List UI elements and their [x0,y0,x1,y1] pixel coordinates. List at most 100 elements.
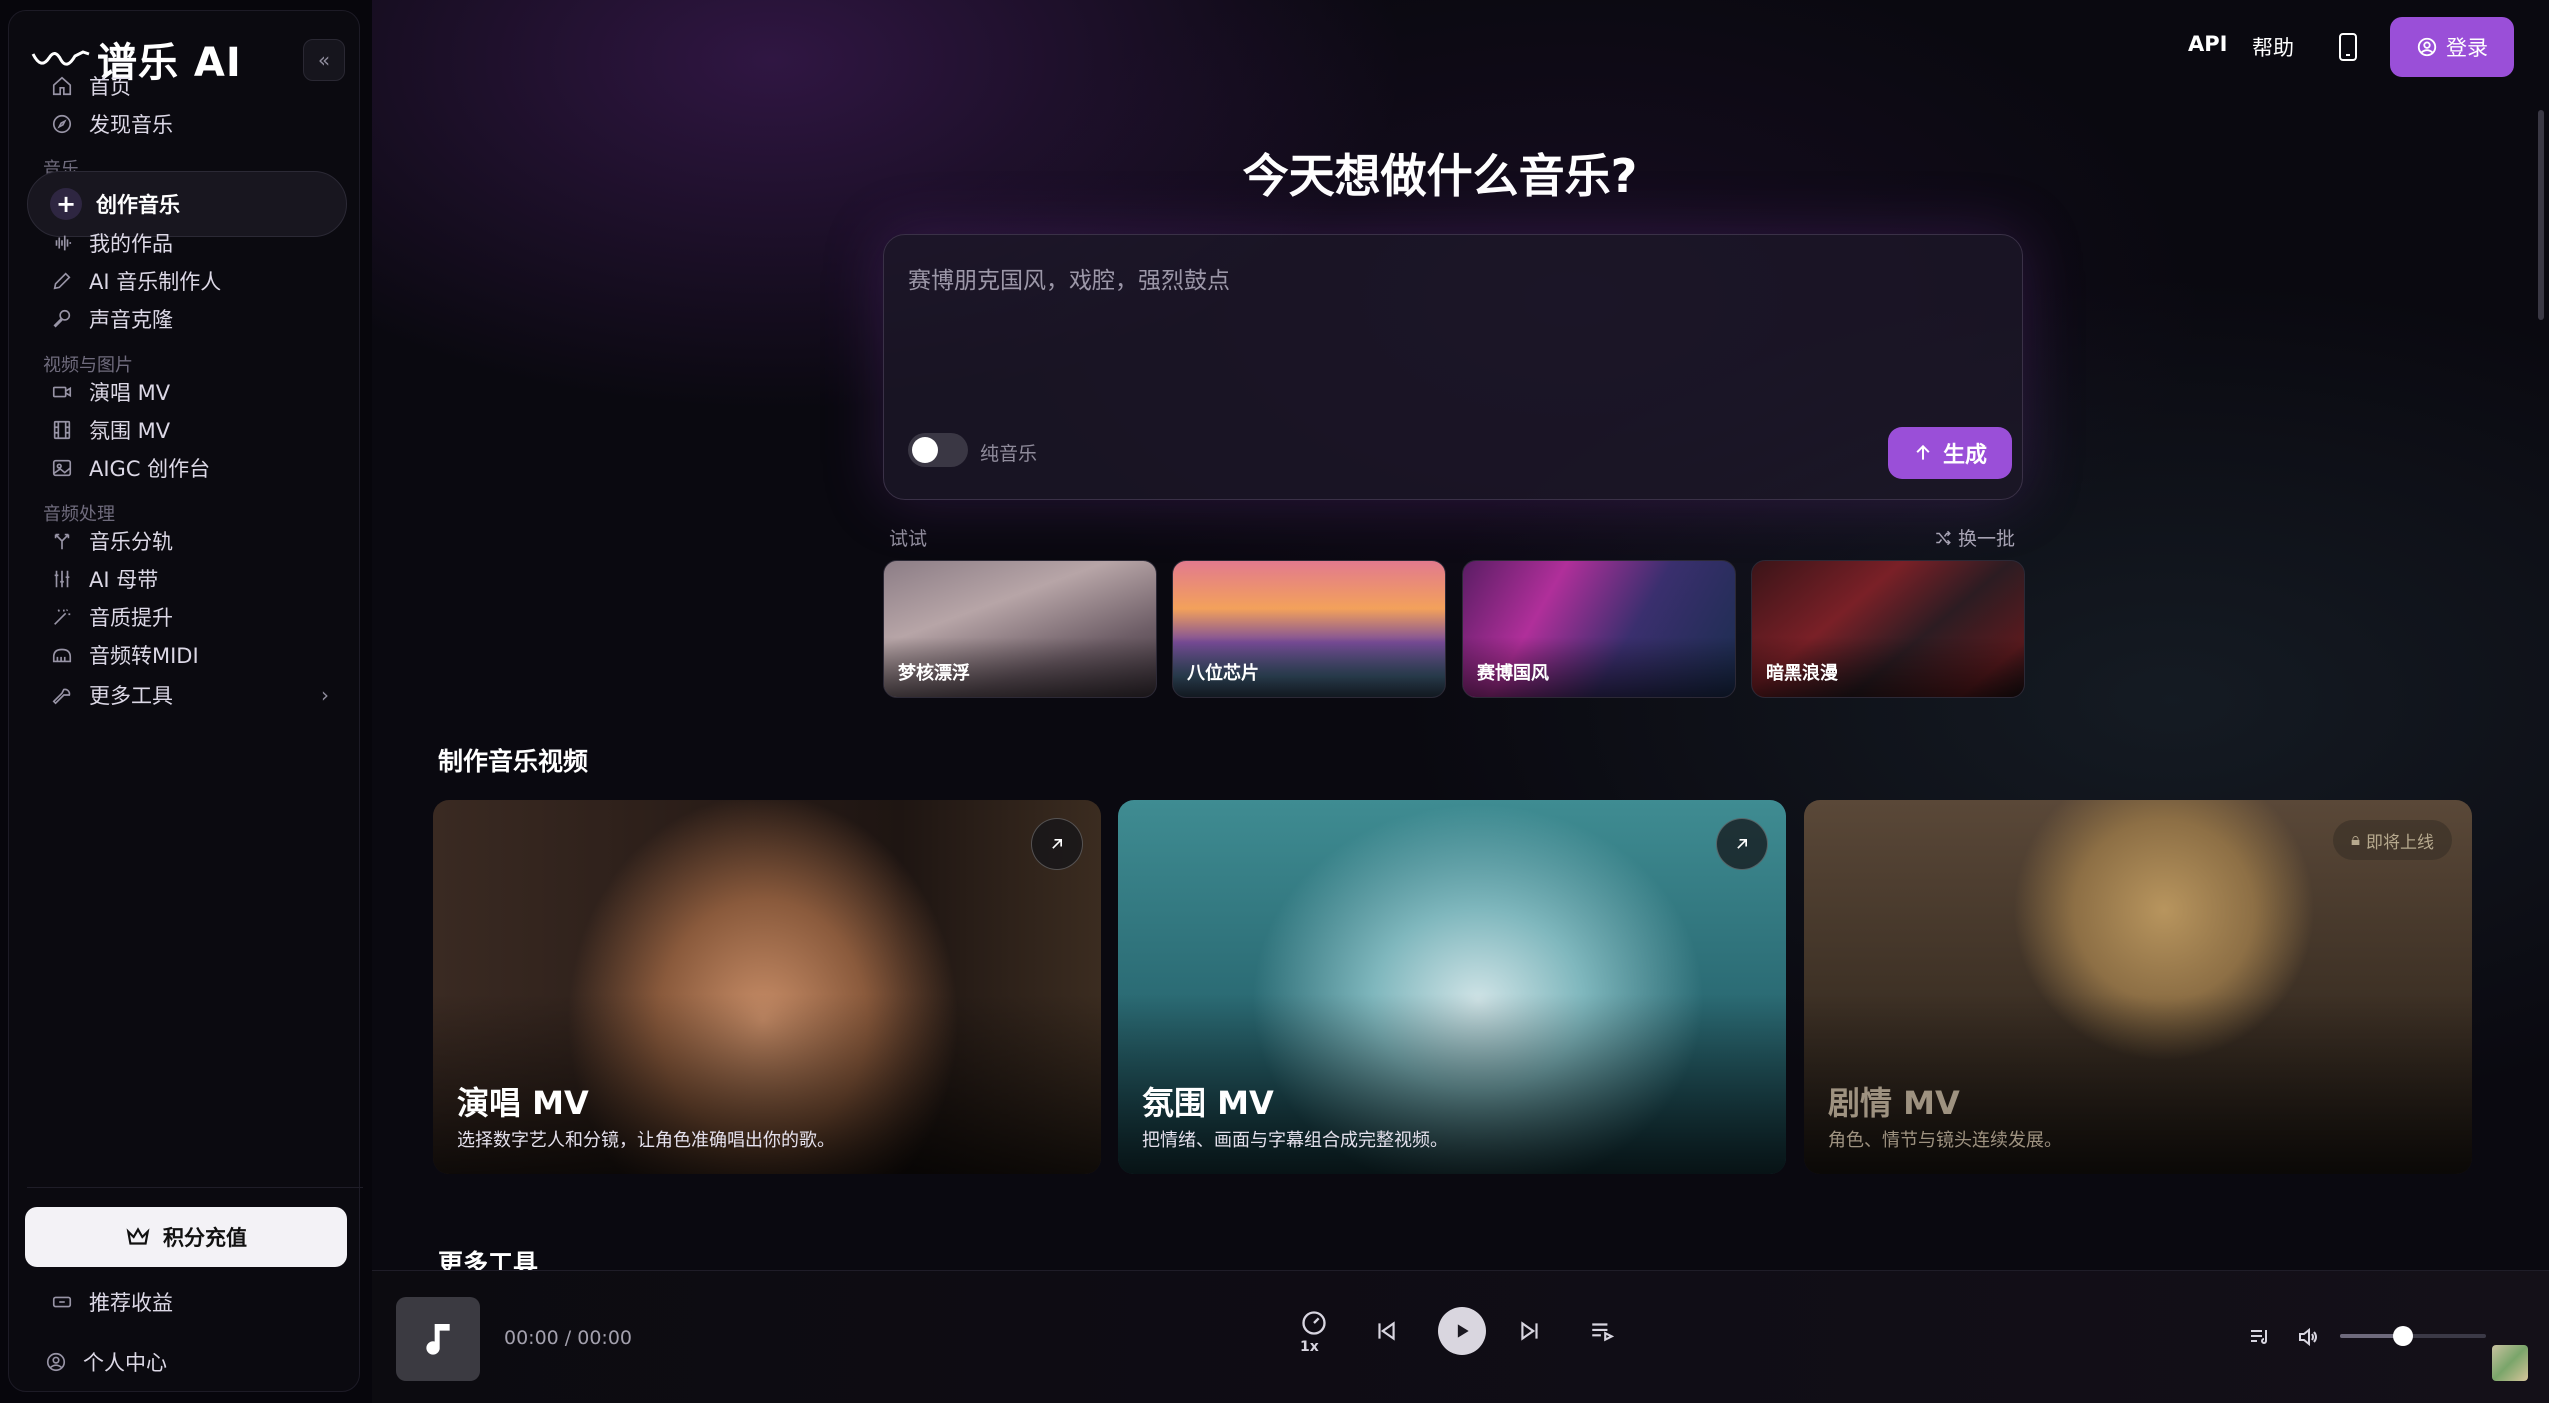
track-cover [396,1297,480,1381]
mv-section-title: 制作音乐视频 [438,747,589,776]
split-icon [49,528,75,554]
mv-card-title: 演唱 MV [457,1084,589,1122]
skip-back-icon [1378,1321,1395,1341]
play-icon [1457,1324,1469,1338]
crown-icon [126,1227,150,1245]
volume-slider[interactable] [2340,1326,2486,1346]
sidebar-item-voice-clone[interactable]: 声音克隆 [27,294,347,344]
sidebar-item-label: 音乐分轨 [89,530,173,554]
microphone-icon [49,306,75,332]
main-content: API 帮助 登录 今天想做什么音乐? 纯音乐 生成 试试 换一批 梦 [372,0,2549,1278]
mv-card-title: 剧情 MV [1828,1084,1960,1122]
plus-icon: + [50,188,82,220]
api-link[interactable]: API [2188,32,2227,56]
sidebar-item-aigc-studio[interactable]: AIGC 创作台 [27,443,347,493]
sidebar-item-label: 音质提升 [89,606,173,630]
speed-button[interactable] [1298,1307,1330,1339]
app-root: 谱乐 AI « 首页 发现音乐 音乐 + 创作音乐 我的作品 AI 音乐制作人 [0,0,2549,1403]
playback-time: 00:00 / 00:00 [504,1327,632,1349]
login-label: 登录 [2446,36,2488,60]
wrench-icon [49,682,75,708]
mv-card-singing[interactable]: 演唱 MV 选择数字艺人和分镜，让角色准确唱出你的歌。 [433,800,1101,1174]
mv-card-story: 🔒︎ 即将上线 剧情 MV 角色、情节与镜头连续发展。 [1804,800,2472,1174]
queue-music-icon [2251,1330,2267,1344]
arrow-up-right-icon [1737,839,1747,849]
volume-knob[interactable] [2392,1326,2413,1346]
sidebar-item-label: 我的作品 [89,232,173,256]
login-button[interactable]: 登录 [2390,17,2514,77]
recharge-label: 积分充值 [163,1226,247,1250]
recharge-button[interactable]: 积分充值 [25,1207,347,1267]
try-card-label: 八位芯片 [1187,663,1259,684]
instrumental-toggle[interactable] [908,433,968,467]
sidebar: 谱乐 AI « 首页 发现音乐 音乐 + 创作音乐 我的作品 AI 音乐制作人 [8,10,363,1392]
badge-label: 即将上线 [2366,832,2434,853]
player-bar: 00:00 / 00:00 1x [372,1270,2549,1403]
ticket-icon [49,1289,75,1315]
shuffle-button[interactable]: 换一批 [1934,524,2015,551]
sidebar-item-label: AI 母带 [89,568,159,592]
sidebar-item-label: 首页 [89,75,131,99]
try-card-label: 暗黑浪漫 [1766,663,1838,684]
image-icon [49,455,75,481]
mv-card-desc: 选择数字艺人和分镜，让角色准确唱出你的歌。 [457,1130,835,1151]
sidebar-item-label: 创作音乐 [96,193,180,217]
try-card-dreamcore[interactable]: 梦核漂浮 [883,560,1157,698]
speed-label: 1x [1300,1339,1319,1355]
open-arrow-button[interactable] [1716,818,1768,870]
sidebar-item-label: 演唱 MV [89,381,171,405]
mv-card-ambient[interactable]: 氛围 MV 把情绪、画面与字幕组合成完整视频。 [1118,800,1786,1174]
try-card-cyber-guofeng[interactable]: 赛博国风 [1462,560,1736,698]
mv-card-desc: 角色、情节与镜头连续发展。 [1828,1130,2062,1151]
queue-button[interactable] [2244,1321,2276,1353]
sidebar-item-referral[interactable]: 推荐收益 [27,1277,347,1327]
mv-card-title: 氛围 MV [1142,1084,1274,1122]
sidebar-item-discover[interactable]: 发现音乐 [27,99,347,149]
mobile-phone-icon[interactable] [2336,32,2360,62]
gauge-icon [1302,1311,1326,1335]
play-button[interactable] [1438,1307,1486,1355]
sidebar-item-label: AIGC 创作台 [89,457,211,481]
open-arrow-button[interactable] [1031,818,1083,870]
sliders-icon [49,566,75,592]
mv-card-desc: 把情绪、画面与字幕组合成完整视频。 [1142,1130,1448,1151]
next-track-button[interactable] [1514,1315,1546,1347]
scrollbar-thumb[interactable] [2538,110,2544,320]
generate-label: 生成 [1942,443,1987,468]
magic-wand-icon [49,604,75,630]
sidebar-item-label: 发现音乐 [89,113,173,137]
help-link[interactable]: 帮助 [2252,32,2294,62]
pen-icon [49,268,75,294]
sidebar-divider [27,1187,363,1188]
sidebar-item-profile[interactable]: 个人中心 [27,1337,347,1387]
previous-track-button[interactable] [1370,1315,1402,1347]
sidebar-item-more-tools[interactable]: 更多工具 › [27,670,347,720]
page-title: 今天想做什么音乐? [1242,149,1638,203]
try-card-dark-romance[interactable]: 暗黑浪漫 [1751,560,2025,698]
film-icon [49,417,75,443]
generate-button[interactable]: 生成 [1888,427,2012,479]
sidebar-item-label: 声音克隆 [89,308,173,332]
sidebar-item-label: AI 音乐制作人 [89,270,222,294]
home-icon [49,73,75,99]
prompt-box: 纯音乐 生成 [883,234,2023,500]
sidebar-item-label: 更多工具 [89,684,173,708]
user-icon [2417,37,2437,57]
shuffle-label: 换一批 [1958,528,2016,550]
user-circle-icon [43,1349,69,1375]
try-card-label: 梦核漂浮 [898,663,970,684]
sidebar-item-label: 个人中心 [83,1351,167,1375]
sidebar-item-label: 氛围 MV [89,419,171,443]
prompt-input[interactable] [908,261,1988,411]
coming-soon-badge: 🔒︎ 即将上线 [2332,820,2452,860]
piano-icon [49,642,75,668]
try-card-8bit[interactable]: 八位芯片 [1172,560,1446,698]
volume-button[interactable] [2292,1321,2324,1353]
arrow-up-right-icon [1052,839,1062,849]
video-camera-icon [49,379,75,405]
list-icon [1592,1323,1615,1342]
instrumental-label: 纯音乐 [980,443,1038,465]
compass-icon [49,111,75,137]
playlist-button[interactable] [1586,1315,1618,1347]
chevron-right-icon: › [321,683,329,707]
